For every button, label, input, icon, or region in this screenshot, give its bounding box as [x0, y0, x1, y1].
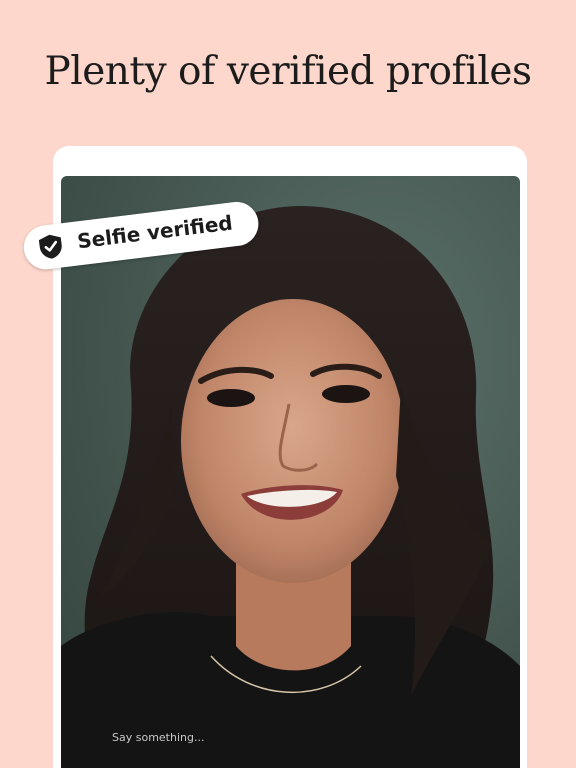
shield-check-icon [36, 232, 65, 261]
message-input[interactable]: Say something... [112, 731, 204, 744]
page-title: Plenty of verified profiles [44, 49, 532, 94]
profile-photo[interactable] [61, 176, 520, 768]
app-screen: Plenty of verified profiles Selfie verif… [0, 0, 576, 768]
